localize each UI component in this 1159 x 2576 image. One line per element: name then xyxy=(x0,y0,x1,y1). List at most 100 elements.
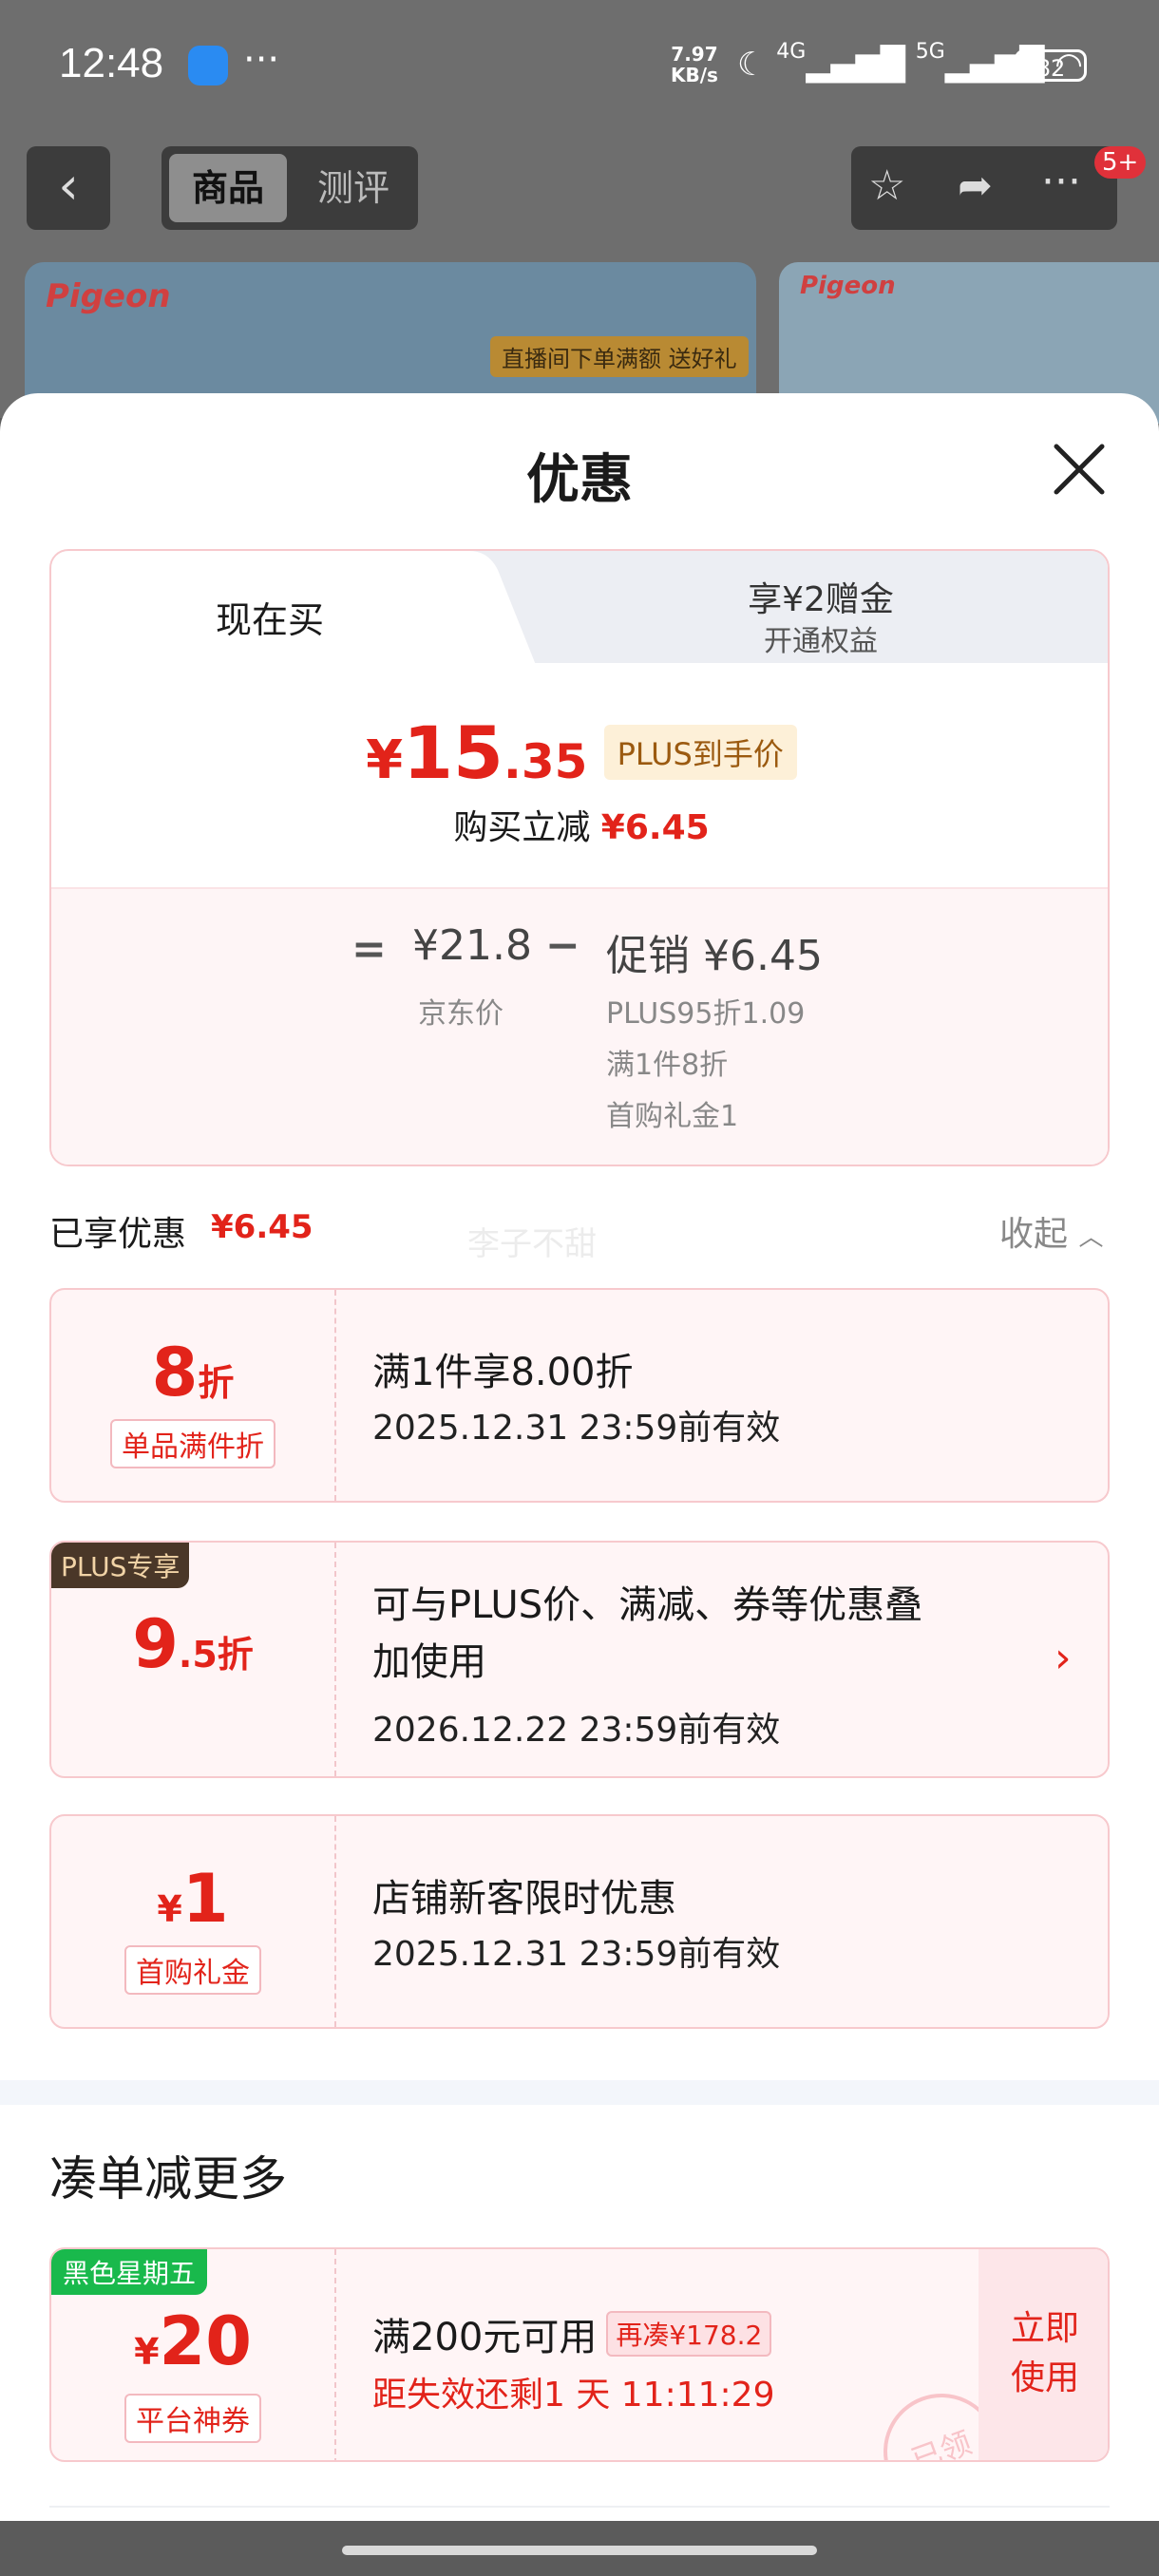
enjoyed-label: 已享优惠 xyxy=(49,1215,187,1254)
collapse-button[interactable]: 收起 ︿ xyxy=(999,1206,1103,1256)
collapse-label: 收起 xyxy=(999,1215,1069,1254)
back-button[interactable]: ‹ xyxy=(27,146,110,230)
notification-badge: 5+ xyxy=(1094,146,1147,179)
offer-validity: 2026.12.22 23:59前有效 xyxy=(372,1711,781,1750)
offer-title: 店铺新客限时优惠 xyxy=(372,1877,676,1921)
coupon-title: 满200元可用 再凑¥178.2 xyxy=(372,2306,772,2361)
signal-bars-icon: ▂▄▆█ xyxy=(806,46,905,84)
banner-promo-text: 直播间下单满额 送好礼 xyxy=(490,336,749,377)
offer-value: 8折 xyxy=(51,1334,334,1411)
promotion-item: PLUS95折1.09 xyxy=(606,997,806,1031)
tab-review[interactable]: 测评 xyxy=(294,154,412,222)
use-now-label: 立即 使用 xyxy=(978,2304,1108,2403)
tab-plus-subtitle[interactable]: 开通权益 xyxy=(583,617,1058,659)
coupon-need-more: 再凑¥178.2 xyxy=(606,2311,772,2357)
promotion-total: 促销 ¥6.45 xyxy=(606,932,823,980)
coupon-amount: ¥20 xyxy=(51,2302,334,2380)
equals-sign: = xyxy=(352,925,387,974)
signal-4g-icon: 4G xyxy=(776,40,807,64)
offer-tag-label: 首购礼金 xyxy=(124,1945,261,1995)
reduction-amount: ¥6.45 xyxy=(600,808,710,847)
offer-validity: 2025.12.31 23:59前有效 xyxy=(372,1935,781,1974)
coupon-currency: ¥ xyxy=(134,2331,160,2373)
offer-left: 8折 单品满件折 xyxy=(51,1290,336,1501)
offer-title-line: 加使用 xyxy=(372,1640,486,1684)
offer-validity: 2025.12.31 23:59前有效 xyxy=(372,1409,781,1448)
network-speed: 7.97 KB/s xyxy=(671,44,718,85)
offer-card-discount: 8折 单品满件折 满1件享8.00折 2025.12.31 23:59前有效 xyxy=(49,1288,1110,1503)
offer-card-gift: ¥1 首购礼金 店铺新客限时优惠 2025.12.31 23:59前有效 xyxy=(49,1814,1110,2029)
section-divider xyxy=(0,2080,1159,2105)
network-speed-unit: KB/s xyxy=(671,64,718,86)
minus-sign: − xyxy=(545,921,580,970)
offer-value-unit: .5折 xyxy=(178,1634,254,1676)
price-decimal: .35 xyxy=(503,734,588,789)
coupon-tag-label: 平台神券 xyxy=(124,2394,261,2443)
price-breakdown: = ¥21.8 京东价 − 促销 ¥6.45 PLUS95折1.09 满1件8折… xyxy=(51,887,1108,1165)
tab-buy-now[interactable]: 现在买 xyxy=(51,591,488,643)
nav-actions: ☆ ➦ ··· xyxy=(851,146,1117,230)
price-currency: ¥ xyxy=(366,729,404,791)
pigeon-logo: Pigeon xyxy=(46,277,171,315)
share-icon[interactable]: ➦ xyxy=(958,161,993,210)
offer-value-number: 1 xyxy=(181,1860,229,1938)
tab-plus-bonus[interactable]: 享¥2赠金 xyxy=(583,572,1058,621)
more-icon[interactable]: ··· xyxy=(1041,158,1081,206)
offer-title: 可与PLUS价、满减、券等优惠叠 加使用 xyxy=(372,1577,922,1691)
offer-value: 9.5折 xyxy=(51,1605,334,1683)
coupon-value: 20 xyxy=(159,2302,252,2380)
offer-tag: 首购礼金 xyxy=(51,1945,334,1995)
enjoyed-discount-row: 已享优惠 ¥6.45 李子不甜 收起 ︿ xyxy=(49,1206,1110,1263)
system-nav-bar xyxy=(0,2521,1159,2576)
more-notifications-icon: ··· xyxy=(243,38,280,82)
sheet-title: 优惠 xyxy=(526,449,633,511)
price-panel: 现在买 享¥2赠金 开通权益 ¥15.35 PLUS到手价 购买立减 ¥6.45… xyxy=(49,549,1110,1166)
offer-title: 满1件享8.00折 xyxy=(372,1351,634,1394)
jd-price: ¥21.8 xyxy=(412,921,532,970)
reduction-label: 购买立减 xyxy=(453,808,591,847)
network-speed-value: 7.97 xyxy=(671,43,718,66)
offer-tag: 单品满件折 xyxy=(51,1419,334,1468)
star-icon[interactable]: ☆ xyxy=(868,161,905,210)
use-now-line: 立即 xyxy=(1010,2309,1079,2348)
moon-icon: ☾ xyxy=(737,46,767,84)
discount-sheet: 优惠 现在买 享¥2赠金 开通权益 ¥15.35 PLUS到手价 购买立减 ¥6… xyxy=(0,393,1159,2521)
promotion-item: 首购礼金1 xyxy=(606,1100,739,1133)
instant-reduction: 购买立减 ¥6.45 xyxy=(51,800,1108,849)
offer-value-number: 8 xyxy=(151,1334,199,1411)
chevron-up-icon: ︿ xyxy=(1078,1223,1104,1252)
platform-coupon: 黑色星期五 ¥20 平台神券 满200元可用 再凑¥178.2 距失效还剩1 天 … xyxy=(49,2247,1110,2462)
status-bar: 12:48 ··· 7.97 KB/s ☾ 4G▂▄▆█ 5G▂▄▆█ ◠ 82 xyxy=(0,0,1159,133)
offer-tag-label: 单品满件折 xyxy=(110,1419,276,1468)
bottom-divider xyxy=(49,2506,1110,2508)
offer-value-number: 9 xyxy=(132,1605,179,1683)
message-app-icon xyxy=(188,46,228,85)
promotion-item: 满1件8折 xyxy=(606,1049,729,1082)
home-indicator[interactable] xyxy=(342,2546,817,2555)
pigeon-logo: Pigeon xyxy=(800,272,896,300)
price-integer: 15 xyxy=(403,710,504,795)
status-time: 12:48 xyxy=(59,40,164,86)
product-tabs: 商品 测评 xyxy=(162,146,418,230)
use-now-button[interactable]: 立即 使用 xyxy=(978,2249,1108,2460)
offer-card-plus[interactable]: 9.5折 PLUS专享 可与PLUS价、满减、券等优惠叠 加使用 2026.12… xyxy=(49,1541,1110,1778)
black-friday-badge: 黑色星期五 xyxy=(51,2249,208,2295)
price-tabs: 现在买 享¥2赠金 开通权益 xyxy=(51,551,1108,665)
signal-5g-icon: 5G xyxy=(915,40,945,64)
plus-exclusive-badge: PLUS专享 xyxy=(51,1543,190,1588)
use-now-line: 使用 xyxy=(1010,2358,1079,2397)
chevron-right-icon[interactable]: › xyxy=(1054,1634,1072,1682)
coupon-threshold: 满200元可用 xyxy=(372,2316,598,2359)
battery-icon: 82 xyxy=(1015,49,1087,82)
coupon-countdown: 距失效还剩1 天 11:11:29 xyxy=(372,2376,775,2415)
offer-title-line: 可与PLUS价、满减、券等优惠叠 xyxy=(372,1583,923,1627)
close-icon[interactable] xyxy=(1051,441,1108,498)
plus-price-badge: PLUS到手价 xyxy=(603,725,797,780)
final-price: ¥15.35 PLUS到手价 xyxy=(51,710,1108,795)
offer-value: ¥1 xyxy=(51,1860,334,1938)
tab-product[interactable]: 商品 xyxy=(169,154,287,222)
coupon-tag: 平台神券 xyxy=(51,2394,334,2443)
watermark: 李子不甜 xyxy=(467,1225,597,1263)
offer-value-unit: 折 xyxy=(198,1362,235,1404)
enjoyed-amount: ¥6.45 xyxy=(211,1208,314,1246)
